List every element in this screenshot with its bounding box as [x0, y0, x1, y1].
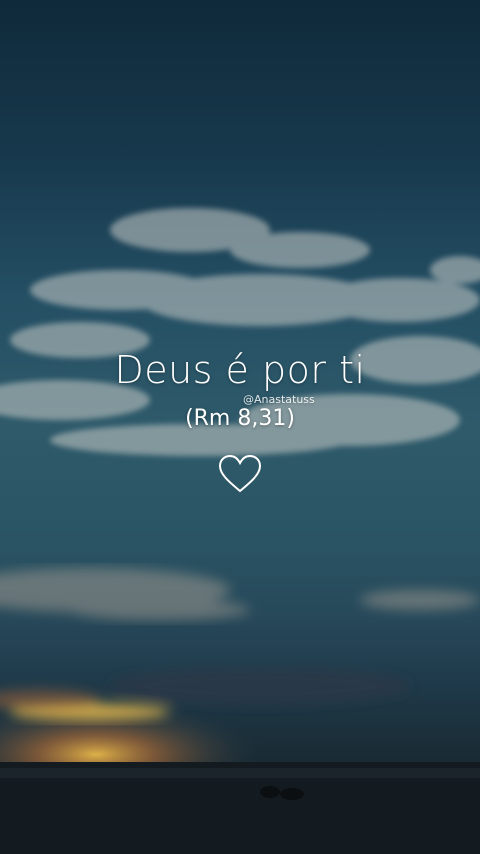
heart-outline-icon — [218, 454, 262, 493]
bible-reference: (Rm 8,31) — [185, 406, 295, 431]
lower-clouds — [0, 568, 480, 620]
wallpaper: Deus é por ti @Anastatuss (Rm 8,31) — [0, 0, 480, 854]
watermark-handle: @Anastatuss — [243, 393, 315, 406]
quote-text: Deus é por ti — [114, 348, 366, 392]
